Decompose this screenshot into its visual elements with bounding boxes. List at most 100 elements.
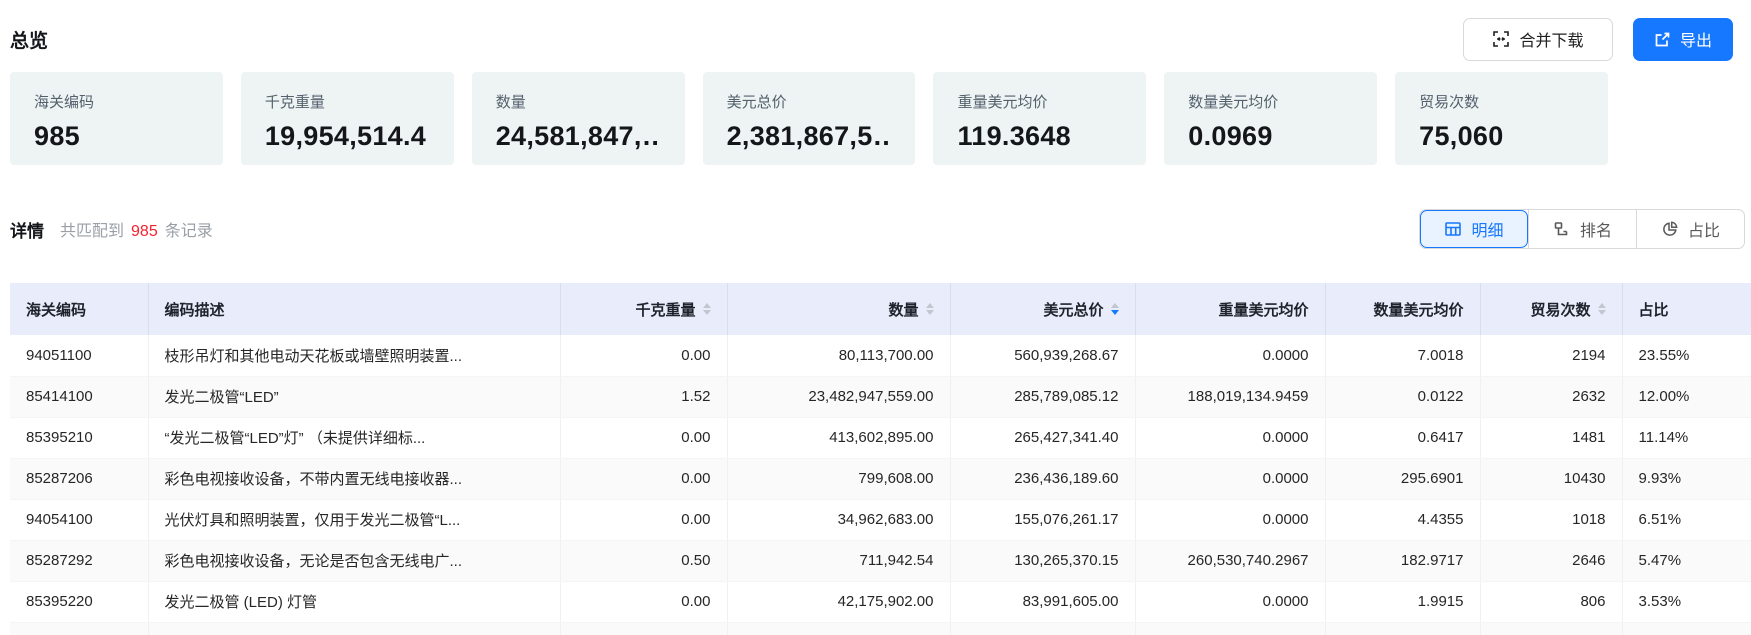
tab-排名[interactable]: 排名	[1528, 210, 1636, 248]
cell-千克重量: 1.52	[560, 376, 727, 417]
cell-贸易次数: 1481	[1480, 417, 1622, 458]
tab-label: 占比	[1688, 217, 1720, 241]
overview-stat-cards: 海关编码985千克重量19,954,514.4数量24,581,847,…美元总…	[10, 72, 1608, 165]
cell-数量: 711,942.54	[727, 540, 950, 581]
cell-海关编码: 85287206	[10, 458, 148, 499]
sort-caret-up-icon[interactable]	[1111, 303, 1119, 308]
sort-caret-down-icon[interactable]	[703, 310, 711, 315]
detail-bar: 详情 共匹配到985条记录 明细排名占比	[10, 209, 1745, 249]
export-button[interactable]: 导出	[1633, 18, 1733, 61]
cell-数量: 34,962,683.00	[727, 499, 950, 540]
cell-编码描述: 发光二极管 (LED) 灯管	[148, 581, 560, 622]
cell-美元总价: 265,427,341.40	[950, 417, 1135, 458]
cell-empty	[560, 622, 727, 635]
sort-control[interactable]	[1598, 303, 1606, 315]
column-label: 美元总价	[1043, 299, 1103, 320]
cell-数量: 23,482,947,559.00	[727, 376, 950, 417]
match-summary: 共匹配到985条记录	[60, 217, 213, 241]
column-header-数量[interactable]: 数量	[727, 283, 950, 335]
table-row[interactable]: 85395220发光二极管 (LED) 灯管0.0042,175,902.008…	[10, 581, 1751, 622]
stat-label: 美元总价	[727, 91, 892, 112]
sort-control[interactable]	[703, 303, 711, 315]
cell-美元总价: 236,436,189.60	[950, 458, 1135, 499]
cell-美元总价: 285,789,085.12	[950, 376, 1135, 417]
cell-数量: 799,608.00	[727, 458, 950, 499]
stat-value: 75,060	[1419, 121, 1584, 152]
stat-label: 数量美元均价	[1188, 91, 1353, 112]
sort-control[interactable]	[1111, 303, 1119, 315]
cell-重量美元均价: 0.0000	[1135, 335, 1325, 376]
cell-编码描述: 光伏灯具和照明装置，仅用于发光二极管“L...	[148, 499, 560, 540]
sort-caret-up-icon[interactable]	[926, 303, 934, 308]
column-header-数量美元均价: 数量美元均价	[1325, 283, 1480, 335]
cell-重量美元均价: 0.0000	[1135, 458, 1325, 499]
column-header-美元总价[interactable]: 美元总价	[950, 283, 1135, 335]
table-row-clipped	[10, 622, 1751, 635]
cell-海关编码: 94054100	[10, 499, 148, 540]
cell-empty	[950, 622, 1135, 635]
table-row[interactable]: 85414100发光二极管“LED”1.5223,482,947,559.002…	[10, 376, 1751, 417]
stat-label: 贸易次数	[1419, 91, 1584, 112]
cell-贸易次数: 1018	[1480, 499, 1622, 540]
cell-数量美元均价: 4.4355	[1325, 499, 1480, 540]
merge-download-button[interactable]: 合并下载	[1463, 18, 1613, 61]
sort-caret-down-icon[interactable]	[1598, 310, 1606, 315]
cell-数量美元均价: 7.0018	[1325, 335, 1480, 376]
cell-empty	[1135, 622, 1325, 635]
table-row[interactable]: 85287292彩色电视接收设备，无论是否包含无线电广...0.50711,94…	[10, 540, 1751, 581]
sort-caret-down-icon[interactable]	[1111, 310, 1119, 315]
column-label: 编码描述	[165, 299, 225, 320]
column-label: 重量美元均价	[1218, 299, 1308, 320]
cell-数量美元均价: 0.0122	[1325, 376, 1480, 417]
column-header-贸易次数[interactable]: 贸易次数	[1480, 283, 1622, 335]
cell-数量美元均价: 1.9915	[1325, 581, 1480, 622]
table-icon	[1444, 220, 1462, 238]
stat-card: 重量美元均价 119.3648	[933, 72, 1146, 165]
sort-caret-up-icon[interactable]	[1598, 303, 1606, 308]
column-header-重量美元均价: 重量美元均价	[1135, 283, 1325, 335]
cell-编码描述: 枝形吊灯和其他电动天花板或墙壁照明装置...	[148, 335, 560, 376]
stat-value: 119.3648	[957, 121, 1122, 152]
table-row[interactable]: 85395210“发光二极管“LED”灯” （未提供详细标...0.00413,…	[10, 417, 1751, 458]
tab-明细[interactable]: 明细	[1420, 210, 1528, 248]
cell-编码描述: 发光二极管“LED”	[148, 376, 560, 417]
stat-value: 19,954,514.4	[265, 121, 430, 152]
cell-编码描述: 彩色电视接收设备，不带内置无线电接收器...	[148, 458, 560, 499]
stat-value: 24,581,847,…	[496, 121, 661, 152]
cell-美元总价: 130,265,370.15	[950, 540, 1135, 581]
ranking-icon	[1553, 220, 1571, 238]
top-bar: 总览 合并下载 导出	[0, 0, 1751, 62]
table-row[interactable]: 85287206彩色电视接收设备，不带内置无线电接收器...0.00799,60…	[10, 458, 1751, 499]
tab-占比[interactable]: 占比	[1636, 210, 1744, 248]
table-row[interactable]: 94051100枝形吊灯和其他电动天花板或墙壁照明装置...0.0080,113…	[10, 335, 1751, 376]
cell-占比: 3.53%	[1622, 581, 1751, 622]
column-label: 贸易次数	[1530, 299, 1590, 320]
cell-重量美元均价: 0.0000	[1135, 417, 1325, 458]
tab-label: 排名	[1580, 217, 1612, 241]
cell-占比: 11.14%	[1622, 417, 1751, 458]
cell-美元总价: 560,939,268.67	[950, 335, 1135, 376]
column-label: 占比	[1639, 299, 1669, 320]
stat-label: 重量美元均价	[957, 91, 1122, 112]
cell-千克重量: 0.00	[560, 335, 727, 376]
column-label: 数量	[888, 299, 918, 320]
match-count: 985	[131, 223, 158, 240]
sort-control[interactable]	[926, 303, 934, 315]
merge-download-label: 合并下载	[1519, 27, 1583, 51]
sort-caret-down-icon[interactable]	[926, 310, 934, 315]
cell-empty	[148, 622, 560, 635]
cell-贸易次数: 2632	[1480, 376, 1622, 417]
sort-caret-up-icon[interactable]	[703, 303, 711, 308]
merge-download-icon	[1492, 30, 1510, 48]
stat-card: 美元总价 2,381,867,5…	[703, 72, 916, 165]
stat-card: 海关编码985	[10, 72, 223, 165]
page-title: 总览	[10, 26, 48, 53]
cell-海关编码: 85395220	[10, 581, 148, 622]
cell-海关编码: 85395210	[10, 417, 148, 458]
column-header-千克重量[interactable]: 千克重量	[560, 283, 727, 335]
cell-贸易次数: 806	[1480, 581, 1622, 622]
cell-编码描述: 彩色电视接收设备，无论是否包含无线电广...	[148, 540, 560, 581]
table-row[interactable]: 94054100光伏灯具和照明装置，仅用于发光二极管“L...0.0034,96…	[10, 499, 1751, 540]
cell-占比: 23.55%	[1622, 335, 1751, 376]
stat-value: 2,381,867,5…	[727, 121, 892, 152]
